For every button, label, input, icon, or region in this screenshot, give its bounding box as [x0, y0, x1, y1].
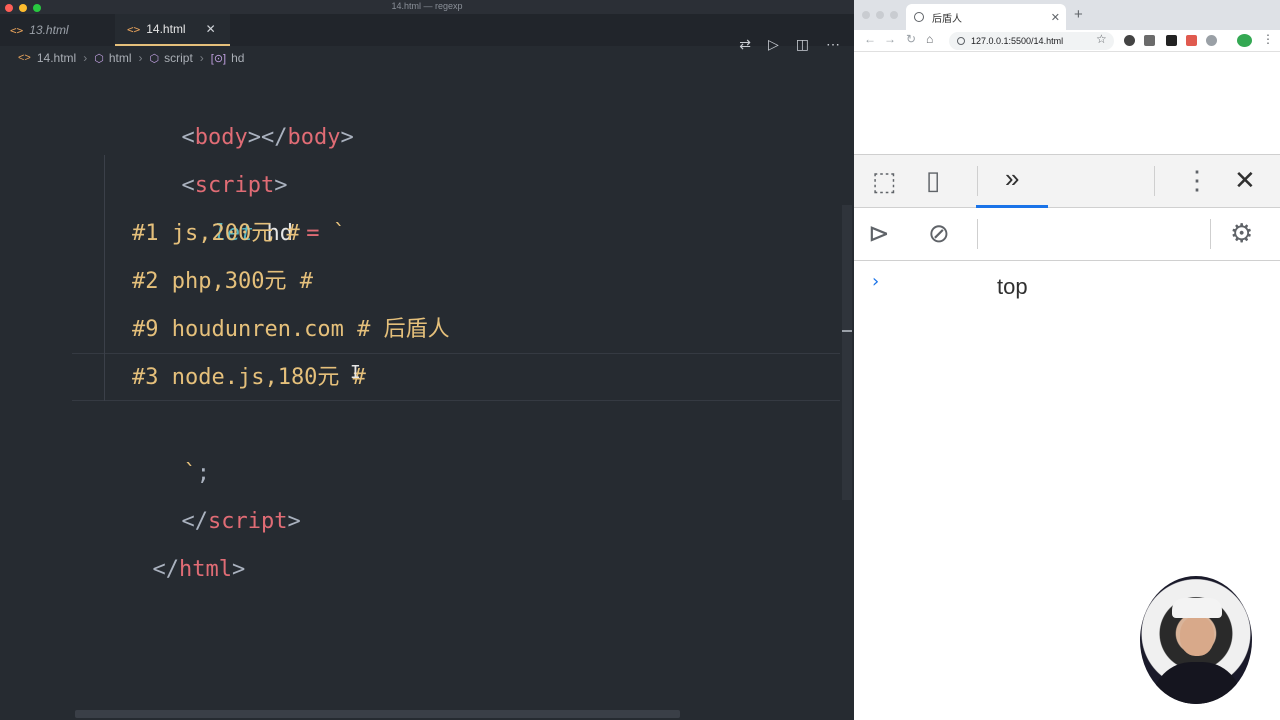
browser-tab[interactable]: 后盾人 ✕	[906, 4, 1066, 30]
extension-icon[interactable]	[1186, 35, 1197, 46]
close-icon[interactable]: ✕	[1051, 11, 1060, 24]
element-icon: ⬡	[94, 52, 104, 65]
variable-icon: [⊙]	[210, 52, 227, 65]
element-icon: ⬡	[149, 52, 160, 65]
text-cursor-icon: I	[350, 362, 361, 383]
extension-icon[interactable]	[1206, 35, 1217, 46]
extension-icon[interactable]	[1166, 35, 1177, 46]
divider	[1154, 166, 1155, 196]
tab-13-html[interactable]: <> 13.html	[10, 14, 115, 46]
globe-icon	[914, 12, 924, 22]
presenter-face	[1180, 616, 1214, 656]
code-editor-window: 14.html — regexp <> 13.html <> 14.html ✕…	[0, 0, 854, 720]
divider	[977, 166, 978, 196]
presenter-cap	[1172, 598, 1222, 618]
gear-icon[interactable]: ⚙	[1230, 218, 1253, 249]
code-line: <script>	[181, 173, 288, 198]
minimize-window-button[interactable]	[876, 11, 884, 19]
close-icon[interactable]: ✕	[1234, 165, 1256, 196]
bookmark-star-icon[interactable]: ☆	[1096, 32, 1107, 46]
run-icon[interactable]: ▷	[768, 36, 779, 53]
chevron-right-icon: ›	[83, 51, 88, 65]
devtools-toolbar: ⬚ ▯ » ⋮ ✕	[854, 155, 1280, 208]
home-icon[interactable]: ⌂	[926, 32, 933, 46]
breadcrumb: <> 14.html › ⬡ html › ⬡ script › [⊙] hd	[18, 50, 244, 66]
title-bar: 14.html — regexp	[0, 0, 854, 14]
editor-actions: ⇄ ▷ ◫ ⋯	[739, 28, 840, 60]
devtools-menu-icon[interactable]: ⋮	[1184, 165, 1210, 196]
console-prompt[interactable]: ›	[872, 271, 879, 292]
chevron-right-icon: ›	[199, 51, 204, 65]
breadcrumb-item-file[interactable]: 14.html	[37, 51, 76, 65]
window-title: 14.html — regexp	[391, 1, 463, 11]
breadcrumb-item-script[interactable]: script	[164, 51, 193, 65]
extension-icon[interactable]	[1144, 35, 1155, 46]
tab-14-html[interactable]: <> 14.html ✕	[115, 14, 230, 46]
url-text: 127.0.0.1:5500/14.html	[971, 36, 1064, 46]
console-toolbar: ⊳ ⊘ top ⚙	[854, 208, 1280, 299]
close-window-button[interactable]	[862, 11, 870, 19]
code-line: </script>	[181, 509, 301, 534]
new-tab-icon[interactable]: +	[1074, 6, 1083, 23]
inspect-element-icon[interactable]: ⬚	[872, 166, 897, 197]
horizontal-scrollbar[interactable]	[75, 710, 680, 718]
maximize-window-button[interactable]	[890, 11, 898, 19]
chevron-right-icon: ›	[138, 51, 143, 65]
html-file-icon: <>	[127, 22, 141, 36]
close-icon[interactable]: ✕	[206, 22, 216, 36]
tab-label: 13.html	[29, 23, 69, 37]
more-tabs-icon[interactable]: »	[1005, 163, 1019, 194]
browser-tab-bar: 后盾人 ✕ +	[854, 0, 1280, 30]
back-icon[interactable]: ←	[864, 32, 876, 46]
code-line: #2 php,300元 #	[132, 269, 313, 294]
divider	[977, 219, 978, 249]
clear-console-icon[interactable]: ⊘	[928, 218, 950, 249]
code-line: #9 houdunren.com # 后盾人	[132, 317, 450, 342]
code-line: let hd = `	[213, 221, 346, 246]
extension-icon[interactable]	[1124, 35, 1135, 46]
html-file-icon: <>	[10, 23, 24, 37]
execution-context-select[interactable]: top	[997, 274, 1028, 300]
device-toggle-icon[interactable]: ▯	[926, 165, 940, 196]
more-icon[interactable]: ⋯	[826, 36, 840, 53]
browser-tab-title: 后盾人	[932, 13, 962, 25]
divider	[1210, 219, 1211, 249]
profile-avatar[interactable]	[1237, 34, 1252, 47]
editor-tab-bar: <> 13.html <> 14.html ✕ ⇄ ▷ ◫ ⋯	[0, 14, 854, 52]
webcam-overlay	[1140, 576, 1252, 704]
presenter-body	[1152, 662, 1242, 704]
menu-icon[interactable]: ⋮	[1262, 32, 1274, 46]
code-line: #1 js,200元 #	[132, 221, 300, 246]
html-file-icon: <>	[18, 52, 31, 64]
sidebar-toggle-icon[interactable]: ⊳	[868, 218, 890, 249]
browser-toolbar: ← → ↻ ⌂ 127.0.0.1:5500/14.html ☆ ⋮	[854, 30, 1280, 52]
source-control-icon[interactable]: ⇄	[739, 36, 751, 53]
reload-icon[interactable]: ↻	[906, 32, 916, 46]
breadcrumb-item-hd[interactable]: hd	[231, 51, 244, 65]
code-line: <body></body>	[181, 125, 354, 150]
code-line: #3 node.js,180元 #	[132, 365, 366, 390]
scrollbar-position-marker	[842, 330, 852, 332]
code-line: `;	[183, 461, 210, 486]
code-line: </html>	[152, 557, 246, 582]
split-editor-icon[interactable]: ◫	[796, 36, 809, 53]
forward-icon[interactable]: →	[884, 32, 896, 46]
vertical-scrollbar[interactable]	[842, 205, 852, 500]
breadcrumb-item-html[interactable]: html	[109, 51, 132, 65]
address-bar[interactable]: 127.0.0.1:5500/14.html	[949, 32, 1114, 50]
info-icon[interactable]	[957, 37, 965, 45]
code-area[interactable]: <body></body> <script> let hd = ` #1 js,…	[0, 66, 840, 706]
tab-label: 14.html	[146, 22, 186, 36]
